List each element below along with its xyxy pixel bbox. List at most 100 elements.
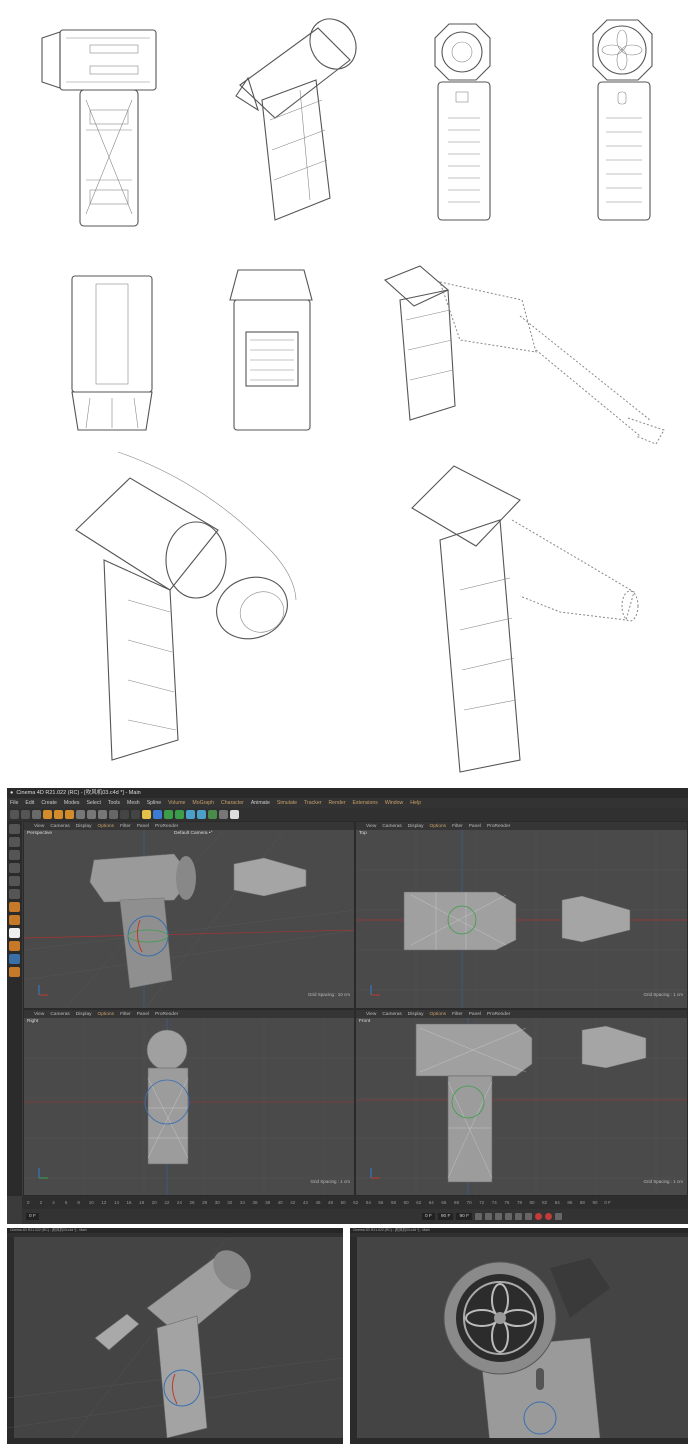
vp-menu-view[interactable]: View bbox=[366, 1012, 376, 1017]
viewport-right[interactable]: View Cameras Display Options Filter Pane… bbox=[23, 1009, 355, 1196]
undo-icon[interactable] bbox=[10, 810, 19, 819]
array-icon[interactable] bbox=[186, 810, 195, 819]
pen-spline-icon[interactable] bbox=[164, 810, 173, 819]
menu-volume[interactable]: Volume bbox=[168, 800, 185, 806]
keyframe-selection-icon[interactable] bbox=[555, 1213, 563, 1220]
vp-menu-view[interactable]: View bbox=[34, 824, 44, 829]
solo-icon[interactable] bbox=[9, 967, 20, 977]
menu-animate[interactable]: Animate bbox=[251, 800, 270, 806]
vp-menu-cameras[interactable]: Cameras bbox=[50, 824, 69, 829]
workplane-icon[interactable] bbox=[9, 954, 20, 964]
cube-icon[interactable] bbox=[153, 810, 162, 819]
floor-icon[interactable] bbox=[208, 810, 217, 819]
vp-menu-view[interactable]: View bbox=[366, 824, 376, 829]
viewport-menu: View Cameras Display Options Filter Pane… bbox=[356, 1010, 687, 1018]
vp-menu-filter[interactable]: Filter bbox=[452, 1012, 463, 1017]
menu-create[interactable]: Create bbox=[41, 800, 57, 806]
menu-render[interactable]: Render bbox=[328, 800, 345, 806]
scale-tool-icon[interactable] bbox=[54, 810, 63, 819]
menu-window[interactable]: Window bbox=[385, 800, 403, 806]
make-editable-icon[interactable] bbox=[9, 824, 20, 834]
record-icon[interactable] bbox=[535, 1213, 543, 1220]
snap-icon[interactable] bbox=[9, 941, 20, 951]
vp-menu-display[interactable]: Display bbox=[408, 1012, 424, 1017]
subdivision-icon[interactable] bbox=[175, 810, 184, 819]
axis-x-icon[interactable] bbox=[76, 810, 85, 819]
sculpt-icon[interactable] bbox=[9, 928, 20, 938]
menu-modes[interactable]: Modes bbox=[64, 800, 80, 806]
vp-menu-cameras[interactable]: Cameras bbox=[382, 824, 401, 829]
vp-menu-panel[interactable]: Panel bbox=[137, 824, 149, 829]
points-mode-icon[interactable] bbox=[9, 863, 20, 873]
vp-menu-display[interactable]: Display bbox=[408, 824, 424, 829]
move-tool-icon[interactable] bbox=[43, 810, 52, 819]
timeline-tick: 0 F bbox=[604, 1200, 611, 1205]
play-icon[interactable] bbox=[505, 1213, 513, 1220]
viewport-perspective[interactable]: View Cameras Display Options Filter Pane… bbox=[23, 821, 355, 1009]
vp-menu-options[interactable]: Options bbox=[430, 1012, 447, 1017]
vp-menu-cameras[interactable]: Cameras bbox=[50, 1012, 69, 1017]
current-frame-field[interactable]: 0 F bbox=[421, 1213, 435, 1220]
enable-axis-icon[interactable] bbox=[9, 902, 20, 912]
menu-tracker[interactable]: Tracker bbox=[304, 800, 321, 806]
vp-menu-view[interactable]: View bbox=[34, 1012, 44, 1017]
vp-menu-display[interactable]: Display bbox=[76, 824, 92, 829]
tweak-icon[interactable] bbox=[9, 915, 20, 925]
menu-file[interactable]: File bbox=[10, 800, 18, 806]
timeline-ruler[interactable]: 0 2 4 6 8 10 12 14 16 18 20 22 24 26 28 … bbox=[22, 1196, 688, 1209]
go-to-end-icon[interactable] bbox=[525, 1213, 533, 1220]
menu-select[interactable]: Select bbox=[86, 800, 100, 806]
axis-z-icon[interactable] bbox=[98, 810, 107, 819]
light-icon[interactable] bbox=[230, 810, 239, 819]
vp-menu-options[interactable]: Options bbox=[430, 824, 447, 829]
vp-menu-filter[interactable]: Filter bbox=[120, 824, 131, 829]
vp-menu-prorender[interactable]: ProRender bbox=[155, 824, 178, 829]
deformer-icon[interactable] bbox=[197, 810, 206, 819]
model-mode-icon[interactable] bbox=[9, 837, 20, 847]
vp-menu-options[interactable]: Options bbox=[98, 1012, 115, 1017]
end-frame-field[interactable]: 90 F bbox=[437, 1213, 454, 1220]
render-settings-icon[interactable] bbox=[142, 810, 151, 819]
autokey-icon[interactable] bbox=[545, 1213, 553, 1220]
vp-menu-prorender[interactable]: ProRender bbox=[155, 1012, 178, 1017]
menu-edit[interactable]: Edit bbox=[25, 800, 34, 806]
edges-mode-icon[interactable] bbox=[9, 876, 20, 886]
vp-menu-panel[interactable]: Panel bbox=[137, 1012, 149, 1017]
vp-menu-filter[interactable]: Filter bbox=[452, 824, 463, 829]
rotate-tool-icon[interactable] bbox=[65, 810, 74, 819]
vp-menu-prorender[interactable]: ProRender bbox=[487, 1012, 510, 1017]
viewport-top[interactable]: View Cameras Display Options Filter Pane… bbox=[355, 821, 688, 1009]
vp-menu-panel[interactable]: Panel bbox=[469, 824, 481, 829]
vp-menu-filter[interactable]: Filter bbox=[120, 1012, 131, 1017]
viewport-front[interactable]: View Cameras Display Options Filter Pane… bbox=[355, 1009, 688, 1196]
select-tool-icon[interactable] bbox=[32, 810, 41, 819]
next-key-icon[interactable] bbox=[515, 1213, 523, 1220]
menu-help[interactable]: Help bbox=[410, 800, 421, 806]
vp-menu-panel[interactable]: Panel bbox=[469, 1012, 481, 1017]
play-backwards-icon[interactable] bbox=[495, 1213, 503, 1220]
menu-spline[interactable]: Spline bbox=[147, 800, 161, 806]
menu-mesh[interactable]: Mesh bbox=[127, 800, 140, 806]
start-frame-field[interactable]: 0 F bbox=[26, 1213, 39, 1220]
menu-simulate[interactable]: Simulate bbox=[277, 800, 297, 806]
polygons-mode-icon[interactable] bbox=[9, 889, 20, 899]
menu-mograph[interactable]: MoGraph bbox=[192, 800, 214, 806]
max-frame-field[interactable]: 90 F bbox=[456, 1213, 473, 1220]
vp-menu-display[interactable]: Display bbox=[76, 1012, 92, 1017]
coordinate-system-icon[interactable] bbox=[109, 810, 118, 819]
vp-menu-options[interactable]: Options bbox=[98, 824, 115, 829]
menu-character[interactable]: Character bbox=[221, 800, 244, 806]
axis-y-icon[interactable] bbox=[87, 810, 96, 819]
render-picture-viewer-icon[interactable] bbox=[131, 810, 140, 819]
menu-extensions[interactable]: Extensions bbox=[352, 800, 377, 806]
camera-icon[interactable] bbox=[219, 810, 228, 819]
texture-mode-icon[interactable] bbox=[9, 850, 20, 860]
go-to-start-icon[interactable] bbox=[475, 1213, 483, 1220]
vp-menu-cameras[interactable]: Cameras bbox=[382, 1012, 401, 1017]
menu-tools[interactable]: Tools bbox=[108, 800, 120, 806]
timeline-tick: 80 bbox=[529, 1200, 535, 1205]
previous-key-icon[interactable] bbox=[485, 1213, 493, 1220]
render-view-icon[interactable] bbox=[120, 810, 129, 819]
redo-icon[interactable] bbox=[21, 810, 30, 819]
vp-menu-prorender[interactable]: ProRender bbox=[487, 824, 510, 829]
